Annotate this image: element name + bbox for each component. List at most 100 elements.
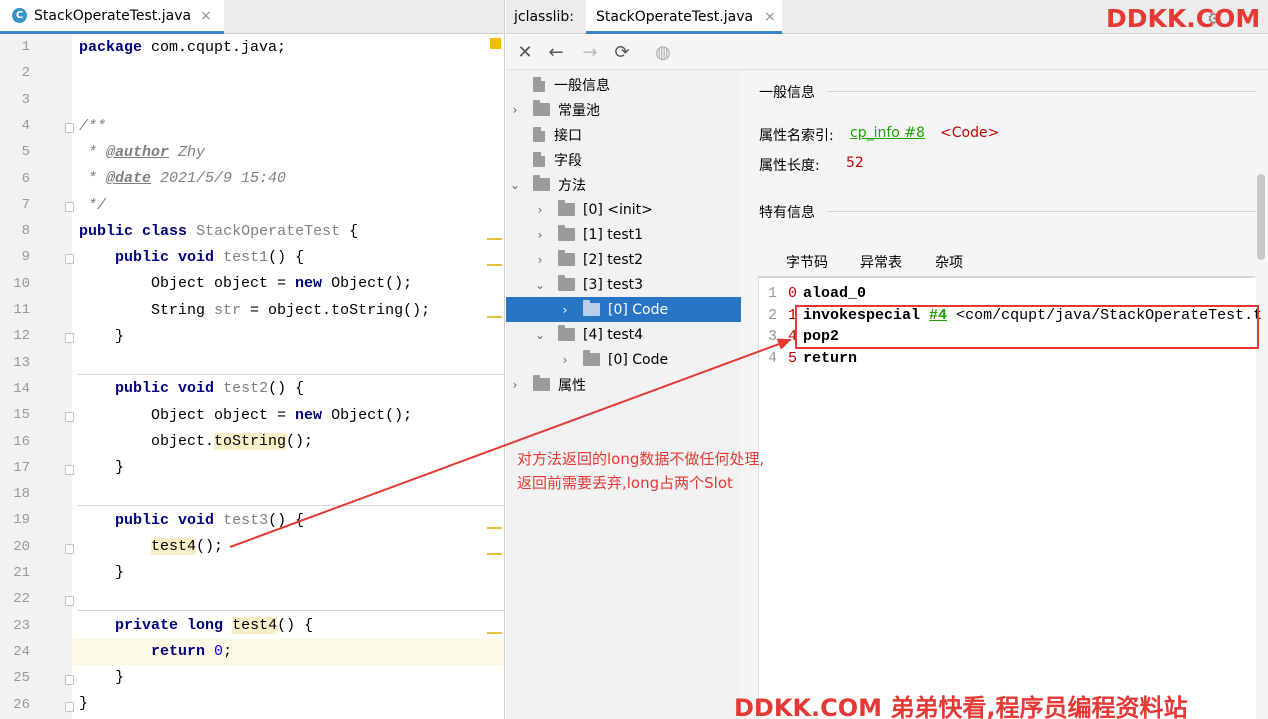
line-number: 13 <box>13 354 30 371</box>
chevron-right-icon[interactable]: › <box>532 228 548 242</box>
folder-icon <box>533 375 550 391</box>
chevron-down-icon[interactable]: ⌄ <box>532 328 548 342</box>
code-line: package com.cqupt.java; <box>79 39 287 56</box>
tree-node[interactable]: › [0] Code <box>506 297 741 322</box>
cp-info-link[interactable]: cp_info #8 <box>850 125 925 141</box>
code-area[interactable]: package com.cqupt.java; /** * @author Zh… <box>72 34 504 719</box>
chevron-right-icon[interactable]: › <box>557 353 573 367</box>
line-number: 3 <box>21 91 30 108</box>
line-number: 9 <box>21 249 30 266</box>
code-line: } <box>115 459 125 476</box>
tree-node[interactable]: ⌄ [3] test3 <box>532 272 741 297</box>
code-line: public class StackOperateTest { <box>79 223 359 240</box>
folder-icon <box>533 100 550 116</box>
jclasslib-tab-title: StackOperateTest.java <box>596 9 754 25</box>
chevron-right-icon[interactable]: › <box>507 103 523 117</box>
folder-icon <box>558 250 575 266</box>
code-line: */ <box>79 197 107 214</box>
scroll-marker[interactable] <box>487 238 502 240</box>
jclasslib-tab-stackoperatetest[interactable]: StackOperateTest.java × <box>586 0 782 34</box>
annotation-line-1: 对方法返回的long数据不做任何处理, <box>517 450 765 468</box>
bytecode-line-number: 1 <box>767 285 777 302</box>
jclasslib-toolbar: ✕ ← → ⟳ ◍ <box>506 35 1268 70</box>
tree-node[interactable]: › [2] test2 <box>532 247 741 272</box>
tab-misc[interactable]: 杂项 <box>935 252 963 272</box>
code-line: } <box>79 695 89 712</box>
chevron-down-icon[interactable]: ⌄ <box>507 178 523 192</box>
tab-exception-table[interactable]: 异常表 <box>860 252 902 272</box>
line-number: 23 <box>13 617 30 634</box>
tree-node[interactable]: ⌄ 方法 <box>507 172 741 197</box>
code-editor: C StackOperateTest.java × 1 2 3 4 5 6 7 8 9 10 11 1… <box>0 0 505 719</box>
tree-node[interactable]: › [1] test1 <box>532 222 741 247</box>
line-number: 6 <box>21 170 30 187</box>
file-icon <box>533 152 545 167</box>
section-divider <box>827 91 1256 92</box>
bytecode-offset: 5 <box>787 349 797 367</box>
tree-node[interactable]: › 属性 <box>507 372 741 397</box>
folder-icon <box>558 325 575 341</box>
back-arrow-icon[interactable]: ← <box>545 42 567 64</box>
folder-icon <box>558 200 575 216</box>
refresh-icon[interactable]: ⟳ <box>611 42 633 64</box>
line-number: 2 <box>21 65 30 82</box>
tab-bytecode[interactable]: 字节码 <box>786 252 828 272</box>
method-separator <box>78 374 504 375</box>
code-line: String str = object.toString(); <box>151 302 431 319</box>
tree-node[interactable]: 字段 <box>507 147 741 172</box>
chevron-right-icon[interactable]: › <box>507 378 523 392</box>
line-number: 17 <box>13 459 30 476</box>
line-number: 25 <box>13 670 30 687</box>
close-icon[interactable]: × <box>200 8 212 24</box>
file-icon <box>533 127 545 142</box>
code-line: /** <box>79 118 107 135</box>
tree-node[interactable]: › [0] <init> <box>532 197 741 222</box>
scroll-marker[interactable] <box>487 632 502 634</box>
line-number: 11 <box>13 302 30 318</box>
tree-node-label: [4] test4 <box>583 326 644 343</box>
scrollbar[interactable] <box>1257 174 1265 260</box>
editor-tab-title: StackOperateTest.java <box>34 7 192 24</box>
tree-node-label: [0] Code <box>608 351 669 368</box>
annotation-line-2: 返回前需要丢弃,long占两个Slot <box>517 474 733 492</box>
file-icon <box>533 77 545 92</box>
editor-tab-stackoperatetest[interactable]: C StackOperateTest.java × <box>0 0 224 34</box>
scroll-marker[interactable] <box>487 316 502 318</box>
bytecode-offset: 1 <box>787 306 797 324</box>
code-line: Object object = new Object(); <box>151 275 413 292</box>
chevron-right-icon[interactable]: › <box>532 253 548 267</box>
tree-node-label: 接口 <box>554 127 582 144</box>
chevron-down-icon[interactable]: ⌄ <box>532 278 548 292</box>
code-line: public void test3() { <box>115 512 305 529</box>
chevron-right-icon[interactable]: › <box>532 203 548 217</box>
java-class-icon: C <box>12 8 27 23</box>
bytecode-line-number: 2 <box>767 306 777 324</box>
chevron-right-icon[interactable]: › <box>557 303 573 317</box>
tree-node[interactable]: ⌄ [4] test4 <box>532 322 741 347</box>
scroll-marker[interactable] <box>487 553 502 555</box>
tree-node[interactable]: › 常量池 <box>507 97 741 122</box>
jclasslib-label: jclasslib: <box>514 9 575 25</box>
web-icon[interactable]: ◍ <box>652 42 674 64</box>
tree-node-label: 字段 <box>554 152 582 169</box>
code-line: return 0; <box>151 643 233 660</box>
code-line: public void test1() { <box>115 249 305 266</box>
tree-node[interactable]: 一般信息 <box>507 72 741 97</box>
line-number: 4 <box>21 117 30 134</box>
code-line: } <box>115 564 125 581</box>
inspection-status-icon[interactable] <box>490 38 501 49</box>
close-icon[interactable]: × <box>764 9 776 25</box>
bytecode-opcode: return <box>803 349 858 367</box>
line-number: 7 <box>21 196 30 213</box>
tree-node-label: [0] Code <box>608 301 669 318</box>
close-icon[interactable]: ✕ <box>514 42 536 64</box>
tree-node[interactable]: › [0] Code <box>557 347 741 372</box>
bytecode-line-number: 4 <box>767 349 777 367</box>
tree-node[interactable]: 接口 <box>507 122 741 147</box>
scroll-marker[interactable] <box>487 264 502 266</box>
bytecode-line-number: 3 <box>767 328 777 345</box>
bytecode-offset: 4 <box>787 328 797 345</box>
scroll-marker[interactable] <box>487 527 502 529</box>
line-number-gutter: 1 2 3 4 5 6 7 8 9 10 11 12 13 14 15 16 17 18 19 20 21 22 23 24 2… <box>0 34 74 719</box>
forward-arrow-icon[interactable]: → <box>579 42 601 64</box>
